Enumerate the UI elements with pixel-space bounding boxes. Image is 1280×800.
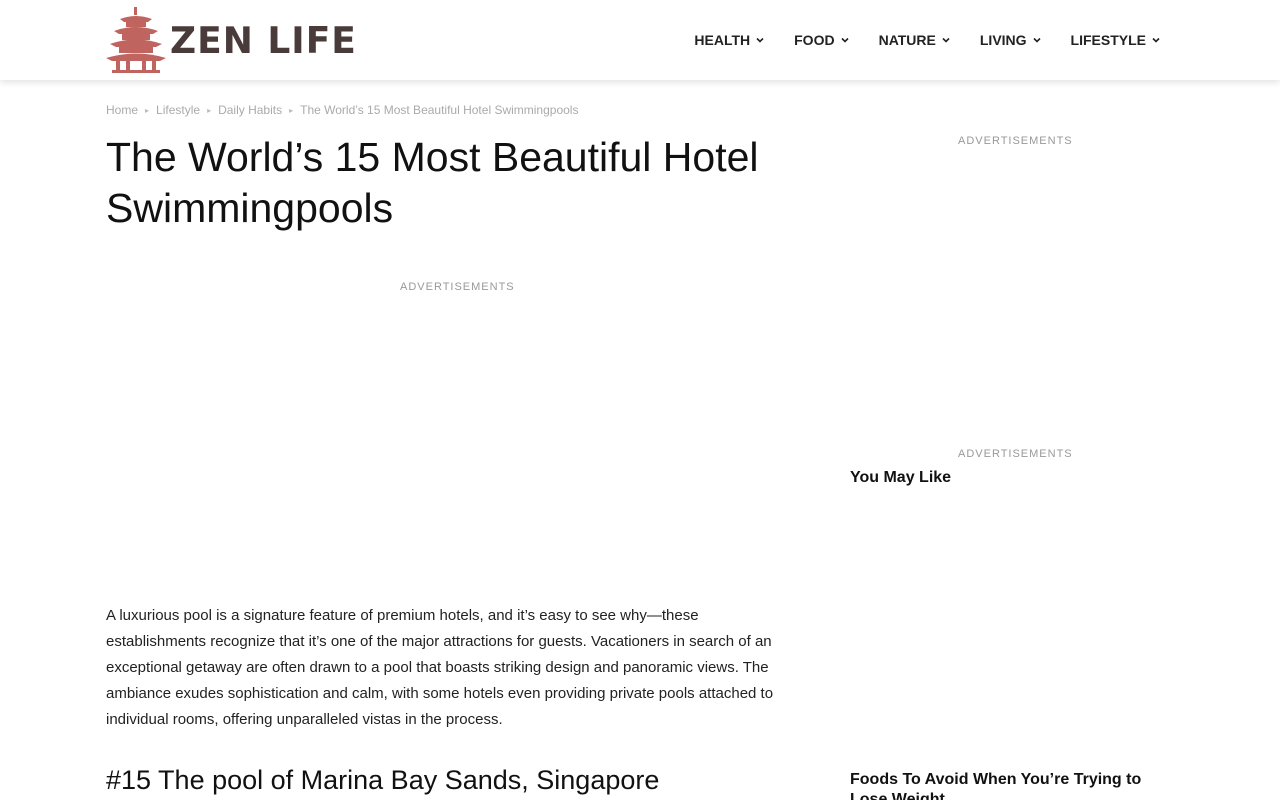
nav-item-living[interactable]: LIVING <box>980 28 1041 52</box>
section-heading: #15 The pool of Marina Bay Sands, Singap… <box>106 765 660 795</box>
pagoda-icon <box>106 7 166 73</box>
breadcrumb-home[interactable]: Home <box>106 103 138 117</box>
nav-item-health[interactable]: HEALTH <box>694 28 764 52</box>
main-nav: HEALTH FOOD NATURE LIVING LIFESTYLE <box>694 28 1160 52</box>
nav-item-label: LIFESTYLE <box>1070 32 1146 48</box>
chevron-down-icon <box>942 37 950 43</box>
recommended-article-link[interactable]: Foods To Avoid When You’re Trying to Los… <box>850 770 1160 800</box>
chevron-down-icon <box>756 37 764 43</box>
breadcrumb-current: The World’s 15 Most Beautiful Hotel Swim… <box>300 103 579 117</box>
breadcrumb: Home ▸ Lifestyle ▸ Daily Habits ▸ The Wo… <box>106 103 578 117</box>
nav-item-nature[interactable]: NATURE <box>879 28 950 52</box>
sidebar-ad-label-top: ADVERTISEMENTS <box>958 135 1073 147</box>
site-logo[interactable]: ZEN LIFE <box>106 6 357 74</box>
sidebar-ad-label-bottom: ADVERTISEMENTS <box>958 448 1073 460</box>
nav-item-food[interactable]: FOOD <box>794 28 849 52</box>
breadcrumb-separator: ▸ <box>207 105 212 115</box>
article-intro: A luxurious pool is a signature feature … <box>106 607 774 728</box>
chevron-down-icon <box>1152 37 1160 43</box>
nav-item-label: NATURE <box>878 32 936 48</box>
chevron-down-icon <box>841 37 849 43</box>
site-name: ZEN LIFE <box>170 20 357 62</box>
nav-item-label: LIVING <box>979 32 1027 48</box>
nav-item-label: HEALTH <box>694 32 751 48</box>
breadcrumb-daily-habits[interactable]: Daily Habits <box>218 103 282 117</box>
chevron-down-icon <box>1032 37 1041 43</box>
breadcrumb-lifestyle[interactable]: Lifestyle <box>156 103 200 117</box>
page-title: The World’s 15 Most Beautiful Hotel Swim… <box>106 134 759 231</box>
site-header: ZEN LIFE HEALTH FOOD NATURE LIVING LIFES… <box>0 0 1280 80</box>
you-may-like-heading: You May Like <box>850 469 952 486</box>
nav-item-lifestyle[interactable]: LIFESTYLE <box>1071 28 1160 52</box>
breadcrumb-separator: ▸ <box>145 105 150 115</box>
breadcrumb-separator: ▸ <box>289 105 294 115</box>
nav-item-label: FOOD <box>794 32 835 48</box>
article-ad-label: ADVERTISEMENTS <box>400 281 515 293</box>
